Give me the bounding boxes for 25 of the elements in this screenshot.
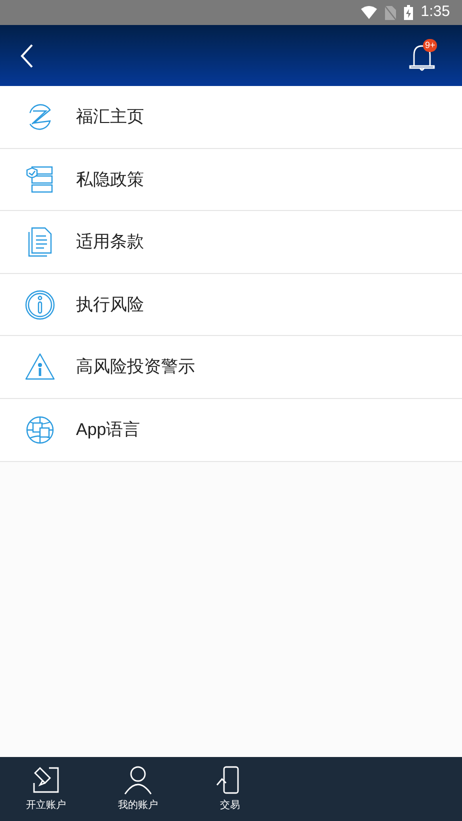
menu-item-label: App语言 [76, 419, 140, 442]
menu-item[interactable]: 执行风险 [0, 274, 462, 336]
wifi-icon [360, 6, 377, 19]
person-icon [123, 765, 153, 795]
tab-item[interactable]: 交易 [184, 757, 276, 821]
notification-badge: 9+ [423, 38, 438, 52]
menu-item[interactable]: 私隐政策 [0, 148, 462, 212]
pencil-square-icon [31, 765, 61, 795]
menu-item-label: 私隐政策 [76, 168, 144, 191]
battery-charging-icon [404, 5, 413, 20]
menu-item-label: 福汇主页 [76, 106, 144, 128]
menu-item[interactable]: 高风险投资警示 [0, 336, 462, 399]
menu-item[interactable]: App语言 [0, 398, 462, 462]
status-time: 1:35 [420, 2, 450, 22]
menu-item-label: 执行风险 [76, 294, 144, 316]
menu-item[interactable]: 福汇主页 [0, 86, 462, 149]
menu-item-label: 适用条款 [76, 231, 144, 254]
menu-item[interactable]: 适用条款 [0, 211, 462, 274]
info-circle-icon [24, 288, 56, 321]
notification-button[interactable]: 9+ [408, 40, 438, 72]
tab-item[interactable]: 我的账户 [92, 757, 184, 821]
menu-item-label: 高风险投资警示 [76, 356, 195, 378]
globe-translate-icon [24, 414, 56, 446]
tab-item[interactable]: 开立账户 [0, 757, 92, 821]
no-sim-icon [384, 6, 396, 20]
